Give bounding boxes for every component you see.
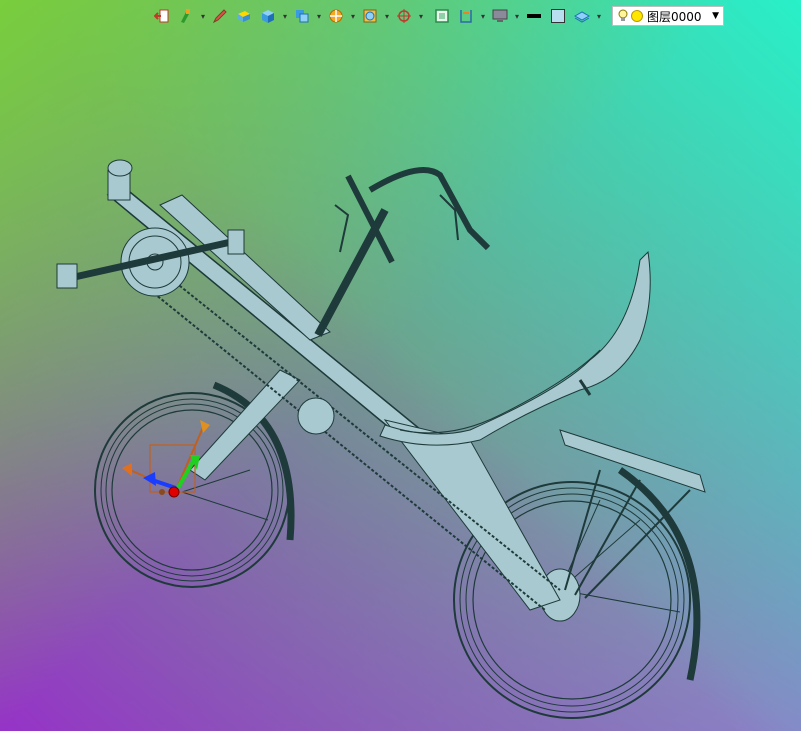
bicycle-model[interactable] <box>0 0 801 731</box>
rear-rack[interactable] <box>559 429 706 599</box>
line-color-button[interactable] <box>522 5 546 27</box>
fit-view-button[interactable] <box>430 5 454 27</box>
layer-select[interactable]: 图层0000 ▼ <box>612 6 724 26</box>
view-toolbar: ▾ ▾ ▾ ▾ ▾ ▾ ▾ ▾ ▾ 图层0000 ▼ <box>150 4 724 28</box>
view-orientation-icon <box>296 10 309 23</box>
snap-button[interactable] <box>392 5 416 27</box>
face-highlight-button[interactable] <box>232 5 256 27</box>
face-highlight-icon <box>238 11 250 22</box>
monitor-icon <box>492 9 508 22</box>
monitor-dropdown[interactable]: ▾ <box>512 5 522 27</box>
dimension-icon <box>460 10 472 23</box>
display-dropdown[interactable]: ▾ <box>382 5 392 27</box>
display-mode-icon <box>363 9 377 23</box>
view-dropdown[interactable]: ▾ <box>314 5 324 27</box>
snap-dropdown[interactable]: ▾ <box>416 5 426 27</box>
handlebar[interactable] <box>314 167 491 337</box>
layers-icon <box>574 11 590 23</box>
section-dropdown[interactable]: ▾ <box>348 5 358 27</box>
paint-dropdown[interactable]: ▾ <box>198 5 208 27</box>
fill-color-button[interactable] <box>546 5 570 27</box>
headlight[interactable] <box>107 159 133 201</box>
paint-button[interactable] <box>174 5 198 27</box>
layers-dropdown[interactable]: ▾ <box>594 5 604 27</box>
paint-brush-icon <box>181 9 190 23</box>
display-mode-button[interactable] <box>358 5 382 27</box>
fill-color-icon <box>551 9 565 23</box>
view-orientation-button[interactable] <box>290 5 314 27</box>
section-view-button[interactable] <box>324 5 348 27</box>
sun-icon[interactable] <box>631 10 643 22</box>
exit-sketch-button[interactable] <box>150 5 174 27</box>
exit-sketch-icon <box>154 9 169 23</box>
3d-viewport[interactable]: ▾ ▾ ▾ ▾ ▾ ▾ ▾ ▾ ▾ 图层0000 ▼ <box>0 0 801 731</box>
chevron-down-icon[interactable]: ▼ <box>712 11 719 21</box>
pencil-icon <box>212 9 227 24</box>
fit-view-icon <box>435 9 449 23</box>
dimension-button[interactable] <box>454 5 478 27</box>
solid-button[interactable] <box>256 5 280 27</box>
dimension-dropdown[interactable]: ▾ <box>478 5 488 27</box>
seat[interactable] <box>379 250 651 446</box>
lightbulb-icon[interactable] <box>617 9 629 23</box>
layers-button[interactable] <box>570 5 594 27</box>
y-axis-arrow[interactable] <box>122 463 132 476</box>
snap-target-icon <box>397 9 411 23</box>
monitor-button[interactable] <box>488 5 512 27</box>
coordinate-triad[interactable] <box>122 420 210 498</box>
solid-cube-icon <box>262 10 274 23</box>
section-view-icon <box>329 9 343 23</box>
pencil-button[interactable] <box>208 5 232 27</box>
solid-dropdown[interactable]: ▾ <box>280 5 290 27</box>
brake-disc <box>297 397 335 435</box>
line-color-icon <box>527 14 541 18</box>
layer-name: 图层0000 <box>647 9 702 24</box>
